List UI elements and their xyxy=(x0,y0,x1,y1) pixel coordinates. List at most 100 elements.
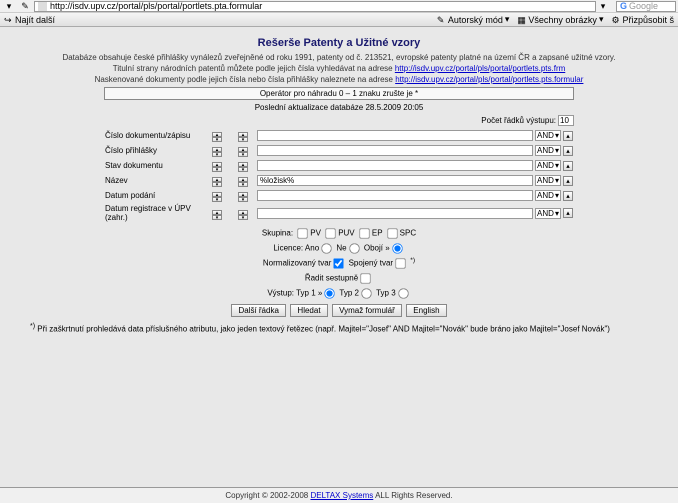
radio-licence-ne[interactable] xyxy=(349,243,359,253)
description-3: Naskenované dokumenty podle jejich čísla… xyxy=(20,75,658,84)
expand-icon[interactable]: ▴ xyxy=(563,146,573,156)
vystup-label: Výstup: xyxy=(267,289,294,298)
criteria-table: Číslo dokumentu/zápisu▴▾▴▾AND▾▴Číslo při… xyxy=(104,128,574,223)
licence-label: Licence: xyxy=(273,244,303,253)
expand-icon[interactable]: ▴ xyxy=(563,208,573,218)
criteria-input[interactable] xyxy=(257,208,533,219)
vymaz-formular-button[interactable]: Vymaž formulář xyxy=(332,304,402,317)
tvar-row: Normalizovaný tvar Spojený tvar *) xyxy=(104,257,574,270)
checkbox-spojeny[interactable] xyxy=(395,258,405,268)
url-text: http://isdv.upv.cz/portal/pls/portal/por… xyxy=(50,1,262,11)
page-title: Rešerše Patenty a Užitné vzory xyxy=(20,37,658,49)
radio-licence-ano[interactable] xyxy=(321,243,331,253)
operator-select[interactable]: AND▾ xyxy=(535,208,561,219)
hledat-button[interactable]: Hledat xyxy=(290,304,327,317)
options-block: Skupina: PV PUV EP SPC Licence: Ano Ne O… xyxy=(104,227,574,300)
najit-label: Najít další xyxy=(15,15,55,25)
pencil-icon: ✎ xyxy=(437,15,446,24)
dropdown-icon[interactable]: ▾ xyxy=(596,1,610,12)
radio-licence-oboje[interactable] xyxy=(392,243,402,253)
move-down-icon[interactable]: ▾ xyxy=(238,197,248,202)
criteria-row: Datum registrace v ÚPV (zahr.)▴▾▴▾AND▾▴ xyxy=(104,203,574,223)
najit-dalsi-button[interactable]: ↪ Najít další xyxy=(4,15,55,25)
checkbox-radit-sestupne[interactable] xyxy=(360,273,370,283)
gear-icon: ⚙ xyxy=(611,15,620,24)
sort-down-icon[interactable]: ▾ xyxy=(212,197,222,202)
page-toolbar: ↪ Najít další ✎ Autorský mód ▾ ▦ Všechny… xyxy=(0,13,678,27)
operator-select[interactable]: AND▾ xyxy=(535,160,561,171)
autorsky-mod-button[interactable]: ✎ Autorský mód ▾ xyxy=(437,14,510,25)
checkbox-ep[interactable] xyxy=(359,228,369,238)
move-down-icon[interactable]: ▾ xyxy=(238,167,248,172)
operator-select[interactable]: AND▾ xyxy=(535,190,561,201)
link-pts-frm[interactable]: http://isdv.upv.cz/portal/pls/portal/por… xyxy=(395,64,565,73)
field-label: Číslo přihlášky xyxy=(104,143,204,158)
chevron-down-icon: ▾ xyxy=(555,176,559,185)
vsechny-obrazky-button[interactable]: ▦ Všechny obrázky ▾ xyxy=(517,14,603,25)
autorsky-label: Autorský mód xyxy=(448,15,503,25)
prizpusobit-button[interactable]: ⚙ Přizpůsobit š xyxy=(611,15,674,25)
vystup-row: Výstup: Typ 1 » Typ 2 Typ 3 xyxy=(104,287,574,300)
field-label: Datum podání xyxy=(104,188,204,203)
field-label: Název xyxy=(104,173,204,188)
chevron-down-icon: ▾ xyxy=(555,161,559,170)
radio-typ3[interactable] xyxy=(398,288,408,298)
page-icon xyxy=(38,2,47,11)
criteria-row: Číslo dokumentu/zápisu▴▾▴▾AND▾▴ xyxy=(104,128,574,143)
radio-typ2[interactable] xyxy=(361,288,371,298)
criteria-input[interactable] xyxy=(257,160,533,171)
checkbox-puv[interactable] xyxy=(325,228,335,238)
move-down-icon[interactable]: ▾ xyxy=(238,182,248,187)
criteria-input[interactable] xyxy=(257,130,533,141)
count-label: Počet řádků výstupu: xyxy=(481,116,556,125)
dalsi-radka-button[interactable]: Další řádka xyxy=(231,304,285,317)
browser-search[interactable]: G Google xyxy=(616,1,676,12)
radio-typ1[interactable] xyxy=(325,288,335,298)
checkbox-normalizovany[interactable] xyxy=(334,258,344,268)
sort-down-icon[interactable]: ▾ xyxy=(212,152,222,157)
field-label: Datum registrace v ÚPV (zahr.) xyxy=(104,203,204,223)
field-label: Stav dokumentu xyxy=(104,158,204,173)
obrazky-label: Všechny obrázky xyxy=(528,15,597,25)
move-down-icon[interactable]: ▾ xyxy=(238,152,248,157)
footer-link[interactable]: DELTAX Systems xyxy=(310,491,373,500)
operator-select[interactable]: AND▾ xyxy=(535,130,561,141)
url-input[interactable]: http://isdv.upv.cz/portal/pls/portal/por… xyxy=(34,1,596,12)
criteria-input[interactable] xyxy=(257,145,533,156)
chevron-down-icon: ▾ xyxy=(505,14,510,25)
operator-select[interactable]: AND▾ xyxy=(535,175,561,186)
link-pts-formular[interactable]: http://isdv.upv.cz/portal/pls/portal/por… xyxy=(395,75,583,84)
output-count-row: Počet řádků výstupu: xyxy=(104,115,574,126)
sort-down-icon[interactable]: ▾ xyxy=(212,167,222,172)
sort-down-icon[interactable]: ▾ xyxy=(212,182,222,187)
skupina-row: Skupina: PV PUV EP SPC xyxy=(104,227,574,240)
sort-down-icon[interactable]: ▾ xyxy=(212,137,222,142)
criteria-row: Datum podání▴▾▴▾AND▾▴ xyxy=(104,188,574,203)
arrow-icon: ↪ xyxy=(4,15,13,24)
criteria-row: Stav dokumentu▴▾▴▾AND▾▴ xyxy=(104,158,574,173)
last-update: Poslední aktualizace databáze 28.5.2009 … xyxy=(20,103,658,112)
operator-select[interactable]: AND▾ xyxy=(535,145,561,156)
english-button[interactable]: English xyxy=(406,304,446,317)
prizpusobit-label: Přizpůsobit š xyxy=(622,15,674,25)
criteria-input[interactable] xyxy=(257,175,533,186)
count-input[interactable] xyxy=(558,115,574,126)
button-row: Další řádka Hledat Vymaž formulář Englis… xyxy=(104,304,574,317)
radit-row: Řadit sestupně xyxy=(104,272,574,285)
expand-icon[interactable]: ▴ xyxy=(563,161,573,171)
sort-down-icon[interactable]: ▾ xyxy=(212,215,222,220)
move-down-icon[interactable]: ▾ xyxy=(238,215,248,220)
checkbox-pv[interactable] xyxy=(298,228,308,238)
main-content: Rešerše Patenty a Užitné vzory Databáze … xyxy=(0,27,678,344)
skupina-label: Skupina: xyxy=(262,229,293,238)
edit-icon[interactable]: ✎ xyxy=(18,1,32,12)
licence-row: Licence: Ano Ne Obojí » xyxy=(104,242,574,255)
checkbox-spc[interactable] xyxy=(387,228,397,238)
expand-icon[interactable]: ▴ xyxy=(563,191,573,201)
criteria-row: Číslo přihlášky▴▾▴▾AND▾▴ xyxy=(104,143,574,158)
move-down-icon[interactable]: ▾ xyxy=(238,137,248,142)
expand-icon[interactable]: ▴ xyxy=(563,131,573,141)
expand-icon[interactable]: ▴ xyxy=(563,176,573,186)
nav-dropdown[interactable]: ▾ xyxy=(2,1,16,12)
criteria-input[interactable] xyxy=(257,190,533,201)
